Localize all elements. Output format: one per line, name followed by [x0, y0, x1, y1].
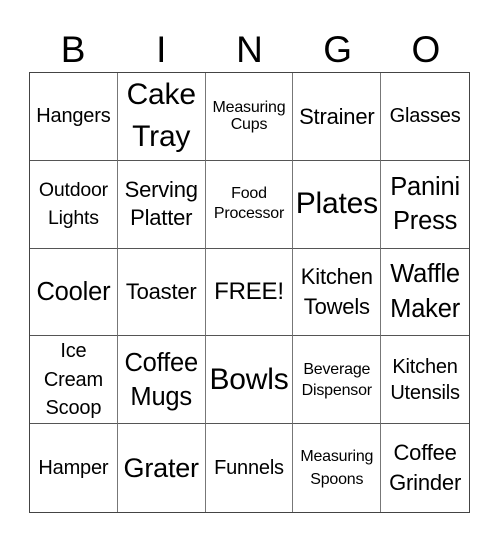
bingo-cell[interactable]: Coffee Mugs: [117, 336, 206, 425]
header-letter-o: O: [411, 29, 441, 70]
bingo-card-grid: Hangers Cake Tray Measuring Cups Straine…: [29, 72, 470, 513]
bingo-cell[interactable]: Waffle Maker: [381, 249, 469, 337]
bingo-cell[interactable]: Grater: [118, 424, 206, 512]
header-letter-b: B: [60, 29, 86, 70]
bingo-cell[interactable]: Serving Platter: [117, 160, 206, 249]
bingo-cell[interactable]: Funnels: [206, 424, 294, 512]
header-letter-g: G: [323, 29, 353, 70]
bingo-cell[interactable]: Measuring Spoons: [293, 424, 382, 512]
bingo-header: B I N G O: [29, 28, 470, 72]
header-letter-i: I: [156, 29, 167, 70]
bingo-cell[interactable]: Toaster: [117, 248, 206, 337]
bingo-cell[interactable]: Cake Tray: [117, 73, 206, 161]
bingo-cell[interactable]: Hamper: [30, 424, 118, 512]
bingo-cell[interactable]: Cooler: [30, 248, 118, 337]
bingo-cell[interactable]: Ice Cream Scoop: [30, 336, 118, 425]
bingo-cell[interactable]: Strainer: [293, 73, 382, 161]
bingo-cell[interactable]: Glasses: [381, 73, 469, 161]
bingo-cell[interactable]: Coffee Grinder: [381, 424, 469, 512]
bingo-cell[interactable]: Outdoor Lights: [30, 160, 118, 249]
header-letter-n: N: [236, 29, 263, 70]
bingo-cell[interactable]: Kitchen Utensils: [381, 336, 469, 425]
bingo-cell[interactable]: Panini Press: [381, 161, 469, 249]
bingo-cell[interactable]: Kitchen Towels: [293, 248, 382, 337]
bingo-cell[interactable]: Hangers: [30, 73, 118, 161]
bingo-cell[interactable]: Measuring Cups: [205, 73, 294, 161]
bingo-cell[interactable]: Food Processor: [205, 160, 294, 249]
bingo-cell[interactable]: Plates: [293, 160, 382, 249]
free-space[interactable]: FREE!: [205, 248, 294, 337]
bingo-cell[interactable]: Beverage Dispensor: [293, 336, 382, 425]
bingo-cell[interactable]: Bowls: [205, 336, 294, 425]
